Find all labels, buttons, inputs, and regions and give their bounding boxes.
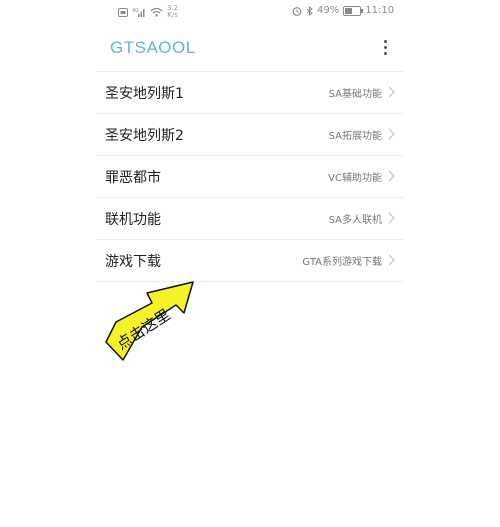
battery-icon [343, 5, 364, 16]
callout-text: 点击这里 [113, 306, 173, 354]
menu-item-label: 游戏下载 [105, 253, 161, 270]
battery-fill [345, 7, 353, 14]
menu-item-desc: GTA系列游戏下载 [302, 257, 382, 268]
menu-item-sa1[interactable]: 圣安地列斯1 SA基础功能 [96, 71, 404, 113]
more-dot-icon [383, 51, 387, 55]
more-dot-icon [383, 45, 387, 49]
menu-item-desc: SA基础功能 [328, 89, 382, 100]
more-options-button[interactable] [378, 36, 392, 58]
menu-list: 圣安地列斯1 SA基础功能 圣安地列斯2 SA拓展功能 罪恶都市 VC辅助功能 … [96, 71, 404, 282]
wifi-icon [150, 7, 163, 17]
menu-item-sa2[interactable]: 圣安地列斯2 SA拓展功能 [96, 113, 404, 155]
app-bar: GTSAOOL [0, 24, 500, 70]
chevron-right-icon [388, 128, 395, 140]
menu-item-desc: SA多人联机 [328, 215, 382, 226]
chevron-right-icon [388, 86, 395, 98]
chevron-right-icon [388, 254, 395, 266]
status-bar: 4G 3.2 K/s 49% 11:10 [0, 0, 500, 24]
menu-item-download[interactable]: 游戏下载 GTA系列游戏下载 [96, 239, 404, 282]
app-title: GTSAOOL [110, 38, 196, 57]
svg-text:4G: 4G [132, 8, 139, 14]
menu-item-vc[interactable]: 罪恶都市 VC辅助功能 [96, 155, 404, 197]
alarm-icon [292, 6, 302, 16]
menu-item-label: 圣安地列斯1 [105, 85, 184, 102]
arrow-icon [105, 281, 194, 361]
menu-item-multiplayer[interactable]: 联机功能 SA多人联机 [96, 197, 404, 239]
menu-item-desc: SA拓展功能 [328, 131, 382, 142]
menu-item-label: 联机功能 [105, 211, 161, 228]
clock: 11:10 [365, 5, 395, 16]
menu-item-desc: VC辅助功能 [328, 173, 382, 184]
bluetooth-icon [306, 5, 313, 16]
menu-item-label: 圣安地列斯2 [105, 127, 184, 144]
network-speed: 3.2 K/s [167, 4, 179, 19]
chevron-right-icon [388, 170, 395, 182]
menu-item-label: 罪恶都市 [105, 169, 161, 186]
status-left: 4G 3.2 K/s [118, 5, 178, 19]
battery-percent: 49% [317, 5, 340, 16]
notification-icon [118, 7, 128, 17]
signal-icon: 4G [132, 7, 146, 17]
chevron-right-icon [388, 212, 395, 224]
status-right: 49% 11:10 [292, 5, 394, 16]
more-dot-icon [383, 39, 387, 43]
